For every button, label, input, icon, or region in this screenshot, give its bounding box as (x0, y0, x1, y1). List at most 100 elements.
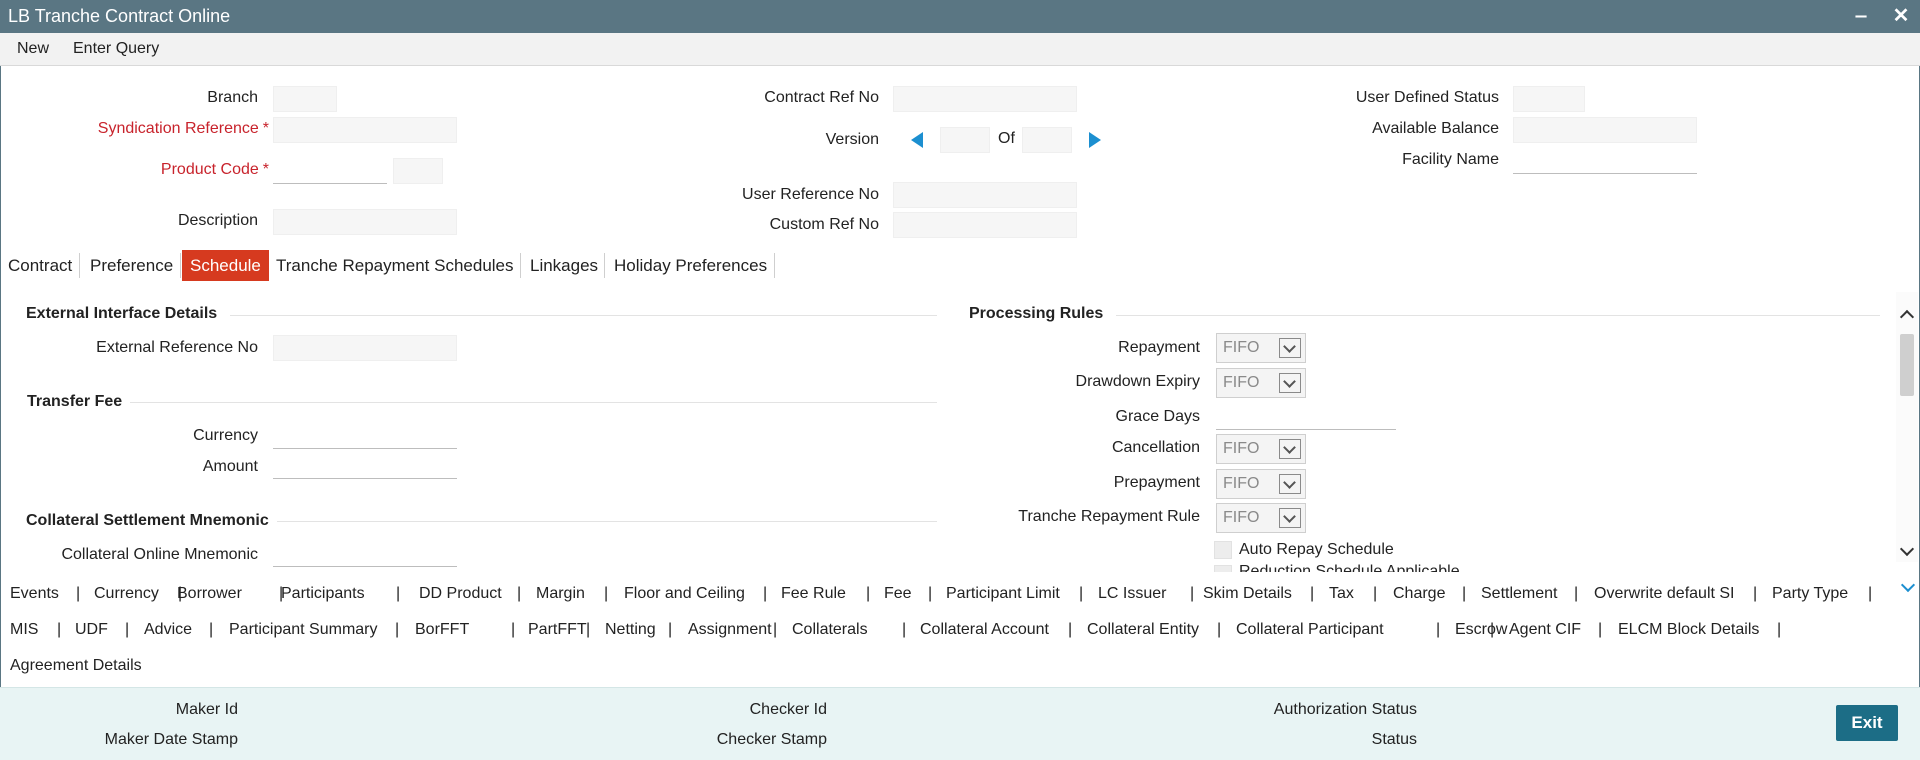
tab-tranche-repayment-schedules[interactable]: Tranche Repayment Schedules (268, 250, 522, 281)
prepayment-select[interactable]: FIFO (1216, 469, 1306, 499)
subsystem-link-participants[interactable]: Participants (281, 585, 365, 603)
tranche-repayment-rule-select[interactable]: FIFO (1216, 503, 1306, 533)
subsystem-link-agent-cif[interactable]: Agent CIF (1509, 621, 1581, 639)
version-label: Version (825, 131, 879, 148)
previous-version-icon[interactable] (911, 132, 923, 148)
facility-name-field[interactable] (1513, 148, 1697, 174)
tab-linkages[interactable]: Linkages (522, 250, 606, 281)
subsystem-link-elcm-block-details[interactable]: ELCM Block Details (1618, 621, 1759, 639)
available-balance-label: Available Balance (1372, 120, 1499, 137)
subsystem-link-collateral-account[interactable]: Collateral Account (920, 621, 1049, 639)
maker-id-label: Maker Id (175, 701, 238, 718)
subsystem-link-fee[interactable]: Fee (884, 585, 912, 603)
subsystem-link-escrow[interactable]: Escrow (1455, 621, 1507, 639)
subsystem-link-collateral-participant[interactable]: Collateral Participant (1236, 621, 1384, 639)
required-marker: * (262, 161, 269, 178)
tab-preference[interactable]: Preference (82, 250, 181, 281)
drawdown-expiry-select[interactable]: FIFO (1216, 368, 1306, 398)
repayment-select[interactable]: FIFO (1216, 333, 1306, 363)
scroll-down-icon[interactable] (1899, 541, 1915, 557)
product-code-field[interactable] (273, 158, 387, 184)
collateral-online-mnemonic-field[interactable] (273, 541, 457, 567)
product-code-label: Product Code * (160, 161, 269, 178)
schedule-scrollbar[interactable] (1896, 292, 1918, 562)
subsystem-link-charge[interactable]: Charge (1393, 585, 1445, 603)
tab-schedule[interactable]: Schedule (182, 250, 269, 281)
subsystem-link-netting[interactable]: Netting (605, 621, 656, 639)
chevron-down-icon[interactable] (1279, 373, 1301, 393)
next-version-icon[interactable] (1089, 132, 1101, 148)
subsystem-link-participant-limit[interactable]: Participant Limit (946, 585, 1060, 603)
subsystem-link-currency[interactable]: Currency (94, 585, 159, 603)
available-balance-field[interactable] (1513, 117, 1697, 143)
scroll-up-icon[interactable] (1899, 309, 1915, 325)
description-label: Description (177, 212, 258, 229)
maker-date-stamp-label: Maker Date Stamp (104, 731, 238, 748)
version-number-field[interactable] (940, 127, 990, 153)
link-separator: | (668, 621, 673, 638)
tab-contract[interactable]: Contract (0, 250, 80, 281)
product-code-description-field[interactable] (393, 158, 443, 184)
subsystem-link-events[interactable]: Events (10, 585, 59, 603)
custom-ref-no-label: Custom Ref No (769, 216, 879, 233)
new-button[interactable]: New (17, 40, 49, 58)
scrollbar-thumb[interactable] (1900, 334, 1914, 396)
subsystem-link-fee-rule[interactable]: Fee Rule (781, 585, 846, 603)
subsystem-link-overwrite-default-si[interactable]: Overwrite default SI (1594, 585, 1735, 603)
subsystem-link-settlement[interactable]: Settlement (1481, 585, 1557, 603)
subsystem-link-partfft[interactable]: PartFFT (528, 621, 587, 639)
enter-query-button[interactable]: Enter Query (73, 40, 159, 58)
subsystem-link-borrower[interactable]: Borrower (177, 585, 242, 603)
branch-field[interactable] (273, 86, 337, 112)
custom-ref-no-field[interactable] (893, 212, 1077, 238)
checker-id-label: Checker Id (749, 701, 827, 718)
subsystem-link-collateral-entity[interactable]: Collateral Entity (1087, 621, 1199, 639)
cancellation-select[interactable]: FIFO (1216, 434, 1306, 464)
section-divider (130, 402, 937, 403)
contract-ref-no-field[interactable] (893, 86, 1077, 112)
user-reference-no-field[interactable] (893, 182, 1077, 208)
link-separator: | (902, 621, 907, 638)
subsystem-link-party-type[interactable]: Party Type (1772, 585, 1848, 603)
amount-label: Amount (202, 458, 258, 475)
link-separator: | (1598, 621, 1603, 638)
subsystem-link-margin[interactable]: Margin (536, 585, 585, 603)
syndication-reference-field[interactable] (273, 117, 457, 143)
subsystem-link-skim-details[interactable]: Skim Details (1203, 585, 1292, 603)
exit-button[interactable]: Exit (1836, 705, 1898, 741)
chevron-down-icon[interactable] (1279, 439, 1301, 459)
auto-repay-schedule-label: Auto Repay Schedule (1239, 541, 1394, 558)
minimize-icon[interactable]: ‒ (1848, 3, 1874, 29)
user-defined-status-field[interactable] (1513, 86, 1585, 112)
auto-repay-schedule-checkbox[interactable] (1214, 541, 1232, 559)
tab-holiday-preferences[interactable]: Holiday Preferences (606, 250, 775, 281)
subsystem-link-dd-product[interactable]: DD Product (419, 585, 502, 603)
transfer-fee-amount-field[interactable] (273, 453, 457, 479)
subsystem-link-floor-and-ceiling[interactable]: Floor and Ceiling (624, 585, 745, 603)
chevron-down-icon[interactable] (1279, 474, 1301, 494)
subsystem-link-borfft[interactable]: BorFFT (415, 621, 469, 639)
subsystem-link-participant-summary[interactable]: Participant Summary (229, 621, 378, 639)
subsystem-link-advice[interactable]: Advice (144, 621, 192, 639)
grace-days-field[interactable] (1216, 404, 1396, 430)
external-reference-no-field[interactable] (273, 335, 457, 361)
chevron-down-icon[interactable] (1279, 338, 1301, 358)
link-separator: | (1868, 585, 1873, 602)
chevron-down-icon[interactable] (1279, 508, 1301, 528)
description-field[interactable] (273, 209, 457, 235)
reduction-schedule-row-clip: Reduction Schedule Applicable (1210, 562, 1490, 572)
subsystem-link-tax[interactable]: Tax (1329, 585, 1354, 603)
subsystem-link-lc-issuer[interactable]: LC Issuer (1098, 585, 1166, 603)
close-icon[interactable]: ✕ (1888, 3, 1914, 29)
section-divider (230, 315, 937, 316)
version-total-field[interactable] (1022, 127, 1072, 153)
link-separator: | (209, 621, 214, 638)
reduction-schedule-checkbox[interactable] (1214, 565, 1232, 572)
link-separator: | (763, 585, 768, 602)
subsystem-link-udf[interactable]: UDF (75, 621, 108, 639)
subsystem-link-assignment[interactable]: Assignment (688, 621, 772, 639)
transfer-fee-currency-field[interactable] (273, 423, 457, 449)
subsystem-link-agreement-details[interactable]: Agreement Details (10, 657, 142, 675)
subsystem-link-mis[interactable]: MIS (10, 621, 38, 639)
subsystem-link-collaterals[interactable]: Collaterals (792, 621, 868, 639)
